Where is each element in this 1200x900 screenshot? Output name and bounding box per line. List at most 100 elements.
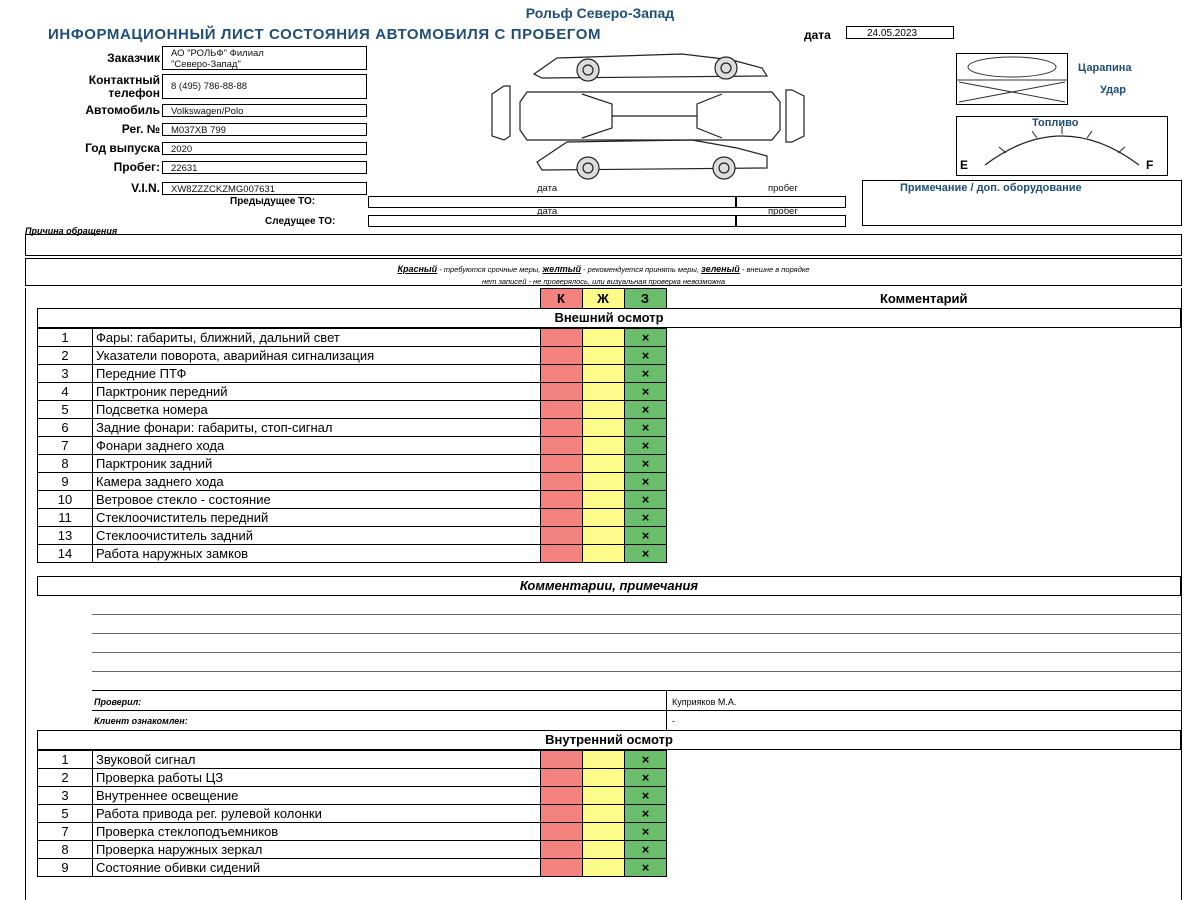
cell-yellow[interactable] bbox=[582, 364, 625, 383]
comment-line-1[interactable] bbox=[92, 614, 1181, 615]
cell-red[interactable] bbox=[540, 328, 583, 347]
cell-red[interactable] bbox=[540, 346, 583, 365]
cell-yellow[interactable] bbox=[582, 400, 625, 419]
comment-line-5[interactable] bbox=[92, 690, 1181, 691]
cell-comment[interactable] bbox=[667, 841, 1181, 859]
cell-red[interactable] bbox=[540, 544, 583, 563]
customer-field[interactable]: АО "РОЛЬФ" Филиал "Северо-Запад" bbox=[162, 46, 367, 70]
cell-comment[interactable] bbox=[667, 859, 1181, 877]
cell-red[interactable] bbox=[540, 472, 583, 491]
cell-yellow[interactable] bbox=[582, 508, 625, 527]
cell-yellow[interactable] bbox=[582, 526, 625, 545]
cell-red[interactable] bbox=[540, 750, 583, 769]
cell-comment[interactable] bbox=[667, 365, 1181, 383]
cell-green-checked[interactable]: × bbox=[624, 768, 667, 787]
cell-comment[interactable] bbox=[667, 401, 1181, 419]
cell-comment[interactable] bbox=[667, 769, 1181, 787]
cell-red[interactable] bbox=[540, 436, 583, 455]
cell-yellow[interactable] bbox=[582, 786, 625, 805]
cell-yellow[interactable] bbox=[582, 822, 625, 841]
cell-comment[interactable] bbox=[667, 527, 1181, 545]
cell-comment[interactable] bbox=[667, 455, 1181, 473]
cell-green-checked[interactable]: × bbox=[624, 400, 667, 419]
date-field[interactable]: 24.05.2023 bbox=[846, 26, 954, 39]
cell-comment[interactable] bbox=[667, 491, 1181, 509]
cell-comment[interactable] bbox=[667, 329, 1181, 347]
cell-red[interactable] bbox=[540, 382, 583, 401]
car-field[interactable]: Volkswagen/Polo bbox=[162, 104, 367, 117]
cell-yellow[interactable] bbox=[582, 328, 625, 347]
next-service-label: Следущее ТО: bbox=[265, 216, 336, 227]
cell-green-checked[interactable]: × bbox=[624, 472, 667, 491]
cell-red[interactable] bbox=[540, 526, 583, 545]
comment-line-4[interactable] bbox=[92, 671, 1181, 672]
sheet-title: ИНФОРМАЦИОННЫЙ ЛИСТ СОСТОЯНИЯ АВТОМОБИЛЯ… bbox=[48, 26, 602, 43]
cell-yellow[interactable] bbox=[582, 804, 625, 823]
cell-green-checked[interactable]: × bbox=[624, 490, 667, 509]
cell-yellow[interactable] bbox=[582, 544, 625, 563]
car-damage-diagram[interactable] bbox=[482, 44, 814, 184]
cell-green-checked[interactable]: × bbox=[624, 822, 667, 841]
next-service-mileage-field[interactable] bbox=[736, 215, 846, 227]
cell-yellow[interactable] bbox=[582, 436, 625, 455]
next-service-date-field[interactable] bbox=[368, 215, 736, 227]
mileage-field[interactable]: 22631 bbox=[162, 161, 367, 174]
reason-field[interactable] bbox=[25, 234, 1182, 256]
cell-green-checked[interactable]: × bbox=[624, 526, 667, 545]
reg-field[interactable]: М037ХВ 799 bbox=[162, 123, 367, 136]
cell-red[interactable] bbox=[540, 804, 583, 823]
cell-red[interactable] bbox=[540, 508, 583, 527]
cell-green-checked[interactable]: × bbox=[624, 840, 667, 859]
cell-green-checked[interactable]: × bbox=[624, 346, 667, 365]
cell-red[interactable] bbox=[540, 822, 583, 841]
cell-red[interactable] bbox=[540, 400, 583, 419]
year-field[interactable]: 2020 bbox=[162, 142, 367, 155]
cell-red[interactable] bbox=[540, 364, 583, 383]
comment-line-2[interactable] bbox=[92, 633, 1181, 634]
row-item-name: Задние фонари: габариты, стоп-сигнал bbox=[92, 418, 541, 437]
cell-green-checked[interactable]: × bbox=[624, 382, 667, 401]
cell-green-checked[interactable]: × bbox=[624, 418, 667, 437]
cell-green-checked[interactable]: × bbox=[624, 750, 667, 769]
cell-red[interactable] bbox=[540, 840, 583, 859]
comment-line-3[interactable] bbox=[92, 652, 1181, 653]
cell-comment[interactable] bbox=[667, 473, 1181, 491]
cell-green-checked[interactable]: × bbox=[624, 328, 667, 347]
cell-yellow[interactable] bbox=[582, 472, 625, 491]
cell-comment[interactable] bbox=[667, 805, 1181, 823]
cell-green-checked[interactable]: × bbox=[624, 454, 667, 473]
cell-green-checked[interactable]: × bbox=[624, 544, 667, 563]
cell-yellow[interactable] bbox=[582, 346, 625, 365]
cell-green-checked[interactable]: × bbox=[624, 508, 667, 527]
cell-comment[interactable] bbox=[667, 419, 1181, 437]
cell-yellow[interactable] bbox=[582, 490, 625, 509]
cell-comment[interactable] bbox=[667, 787, 1181, 805]
cell-green-checked[interactable]: × bbox=[624, 436, 667, 455]
cell-red[interactable] bbox=[540, 490, 583, 509]
cell-red[interactable] bbox=[540, 786, 583, 805]
cell-comment[interactable] bbox=[667, 347, 1181, 365]
cell-red[interactable] bbox=[540, 858, 583, 877]
vin-field[interactable]: XW8ZZZCKZMG007631 bbox=[162, 182, 367, 195]
cell-green-checked[interactable]: × bbox=[624, 804, 667, 823]
cell-green-checked[interactable]: × bbox=[624, 858, 667, 877]
cell-yellow[interactable] bbox=[582, 858, 625, 877]
cell-yellow[interactable] bbox=[582, 454, 625, 473]
cell-red[interactable] bbox=[540, 454, 583, 473]
cell-comment[interactable] bbox=[667, 383, 1181, 401]
cell-yellow[interactable] bbox=[582, 768, 625, 787]
cell-green-checked[interactable]: × bbox=[624, 364, 667, 383]
cell-comment[interactable] bbox=[667, 437, 1181, 455]
cell-yellow[interactable] bbox=[582, 750, 625, 769]
cell-green-checked[interactable]: × bbox=[624, 786, 667, 805]
cell-comment[interactable] bbox=[667, 545, 1181, 563]
cell-yellow[interactable] bbox=[582, 840, 625, 859]
cell-red[interactable] bbox=[540, 768, 583, 787]
cell-red[interactable] bbox=[540, 418, 583, 437]
cell-comment[interactable] bbox=[667, 509, 1181, 527]
cell-yellow[interactable] bbox=[582, 418, 625, 437]
cell-comment[interactable] bbox=[667, 823, 1181, 841]
cell-comment[interactable] bbox=[667, 751, 1181, 769]
cell-yellow[interactable] bbox=[582, 382, 625, 401]
phone-field[interactable]: 8 (495) 786-88-88 bbox=[162, 74, 367, 99]
